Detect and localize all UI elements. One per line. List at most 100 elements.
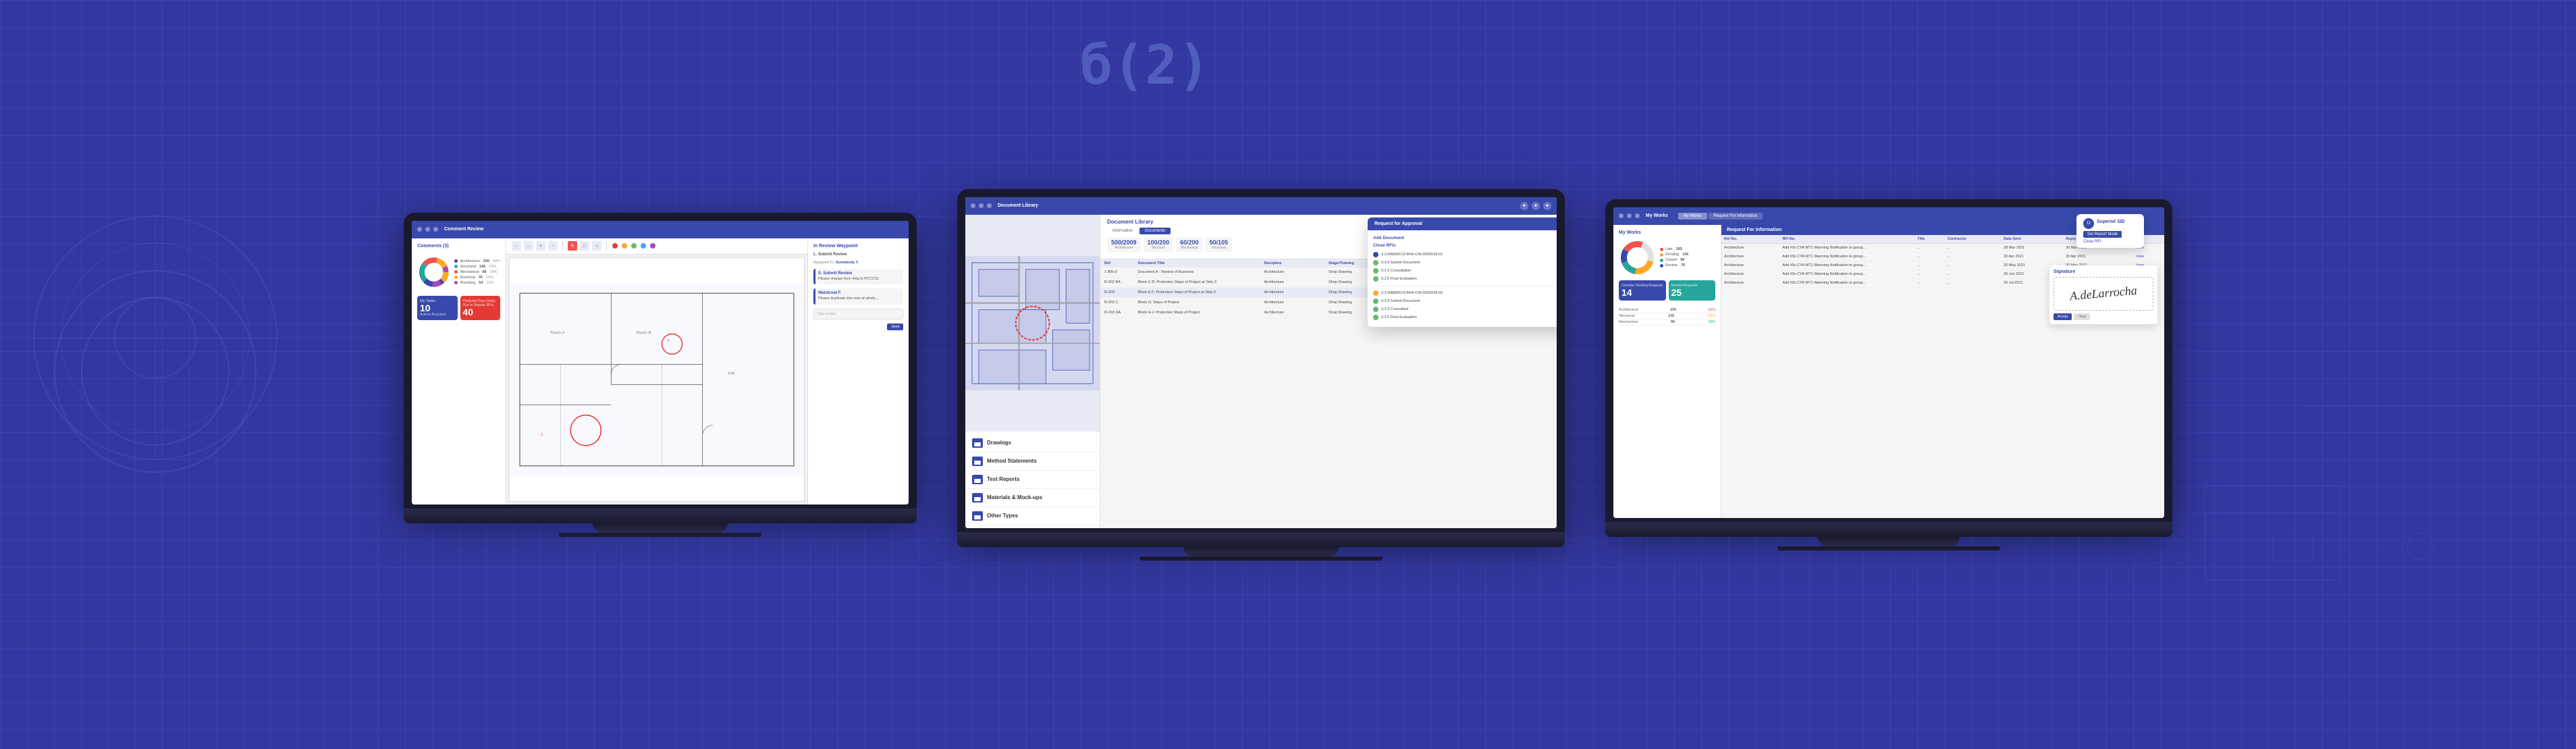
nav-drawings[interactable]: Drawings bbox=[965, 434, 1100, 453]
comment-user-2: Waistcoat F. bbox=[818, 291, 901, 295]
comment-user-1: S. Submit Review bbox=[818, 272, 901, 276]
td-file[interactable]: View bbox=[2133, 252, 2164, 261]
topbar-dot-1 bbox=[1619, 213, 1624, 218]
stat-label-structu: Structural bbox=[1210, 246, 1229, 250]
main-scene: Comment Review Comments (3) bbox=[0, 0, 2576, 749]
review-label: Review Requests bbox=[1671, 284, 1713, 288]
toolbar-square[interactable]: □ bbox=[580, 241, 589, 251]
popup-item-label: 3.2.8 Submit Document bbox=[1381, 299, 1420, 303]
sign-clear-btn[interactable]: Clear bbox=[2074, 313, 2090, 320]
svg-text:⚠: ⚠ bbox=[540, 432, 543, 436]
popup-item-label: 3.2.5 Final Evaluation bbox=[1381, 277, 1417, 281]
td-reply-by: 30 Apr 2021 bbox=[2063, 252, 2133, 261]
signature-title: Signature bbox=[2054, 269, 2153, 274]
laptop-2-foot bbox=[1139, 557, 1383, 561]
sidebar-row: Architecture25634% bbox=[1619, 307, 1715, 313]
screen-1-main: ← → + - ✎ □ ○ bbox=[506, 238, 807, 505]
popup-item-7: 3.2.3 Consultant bbox=[1373, 305, 1557, 313]
laptop-1: Comment Review Comments (3) bbox=[404, 213, 917, 537]
popup-dot bbox=[1373, 290, 1378, 296]
tasks-count: 14 bbox=[1621, 288, 1663, 297]
nav-method-label: Method Statements bbox=[987, 458, 1037, 464]
popup-dot bbox=[1373, 268, 1378, 274]
legend-dot-closed bbox=[1660, 259, 1663, 262]
topbar-dot-2 bbox=[1627, 213, 1632, 218]
nav-test-reports[interactable]: Test Reports bbox=[965, 471, 1100, 489]
color-blue[interactable] bbox=[641, 243, 646, 249]
color-orange[interactable] bbox=[622, 243, 627, 249]
tab-my-works[interactable]: My Works bbox=[1678, 213, 1707, 219]
color-purple[interactable] bbox=[650, 243, 655, 249]
laptop-1-stand bbox=[593, 523, 728, 533]
cell-title: Block G: Steps of Project bbox=[1138, 301, 1262, 305]
close-rfi-link[interactable]: Close RFI bbox=[2083, 240, 2137, 244]
stat-architecture: 500/2009 Architecture bbox=[1107, 237, 1141, 252]
cell-title: Document A - Review of Business bbox=[1138, 270, 1262, 274]
topbar-dot-2 bbox=[425, 227, 430, 232]
td-rfi: Add #0x CYA WT1 Warming Notification to … bbox=[1779, 252, 1914, 261]
screen-3-title: My Works bbox=[1646, 213, 1668, 218]
svg-text:Room A: Room A bbox=[550, 331, 564, 335]
tab-information[interactable]: Information bbox=[1107, 228, 1138, 234]
screen-1-title: Comment Review bbox=[444, 227, 903, 232]
toolbar-pen[interactable]: ✎ bbox=[568, 241, 577, 251]
send-button[interactable]: Send bbox=[887, 324, 903, 330]
popup-item-1: 3.2.0iAMSFC0-RFA-CIN-0000X35-01 bbox=[1373, 251, 1557, 259]
nav-test-label: Test Reports bbox=[987, 476, 1019, 482]
nav-icon-bars bbox=[974, 497, 981, 498]
toolbar-btn-3[interactable]: + bbox=[536, 241, 545, 251]
popup-item-label: 3.2.3 Consultation bbox=[1381, 269, 1411, 273]
tab-documents[interactable]: Documents bbox=[1139, 228, 1171, 234]
popup-item-8: 3.2.5 Final Evaluation bbox=[1373, 313, 1557, 321]
laptop-3: U Superiol SID Set Report Mode Close RFI… bbox=[1605, 199, 2172, 550]
tab-rfi[interactable]: Request For Information bbox=[1709, 213, 1763, 219]
legend-dot-review bbox=[1660, 264, 1663, 267]
screen-3-main: Request For Information Ref No. RFI No. bbox=[1721, 225, 2164, 518]
nav-materials[interactable]: Materials & Mock-ups bbox=[965, 489, 1100, 507]
legend-item: Plumbing5411% bbox=[454, 281, 500, 285]
topbar-dot-3 bbox=[987, 203, 992, 208]
laptop-2-stand bbox=[1183, 547, 1339, 557]
request-approval-popup: Request for Approval Add Document Close … bbox=[1368, 217, 1557, 327]
color-green[interactable] bbox=[631, 243, 637, 249]
laptop-1-base bbox=[404, 509, 917, 523]
toolbar-btn-1[interactable]: ← bbox=[512, 241, 521, 251]
doc-library-nav: Drawings Method Statements bbox=[965, 432, 1100, 528]
sign-accept-btn[interactable]: Accept bbox=[2054, 313, 2072, 320]
popup-title: Request for Approval bbox=[1374, 222, 1422, 226]
td-ref: Architecture bbox=[1721, 261, 1779, 269]
td-contractor: ... bbox=[1945, 261, 2001, 269]
td-date-sent: 28 Mar 2021 bbox=[2001, 243, 2063, 252]
donut-container: Architecture25634% Structural14523% Mech… bbox=[417, 255, 500, 289]
toolbar-btn-4[interactable]: - bbox=[548, 241, 558, 251]
td-rfi: Add #0x CYA WT1 Warming Notification to … bbox=[1779, 243, 1914, 252]
popup-dot bbox=[1373, 307, 1378, 312]
stat-label-mech: Mechanical bbox=[1180, 246, 1199, 250]
nav-other-label: Other Types bbox=[987, 513, 1018, 519]
predicted-label: Predicted Days Delay Due to Regular RFIs bbox=[463, 299, 498, 307]
panel-subtitle: L. Submit Review bbox=[813, 253, 903, 257]
reply-box[interactable]: Type a reply... bbox=[813, 309, 903, 319]
td-rfi: Add #0x CYA WT1 Warming Notification to … bbox=[1779, 261, 1914, 269]
materials-icon bbox=[972, 493, 983, 502]
color-red[interactable] bbox=[612, 243, 618, 249]
svg-text:Room B: Room B bbox=[637, 331, 651, 335]
map-thumbnail bbox=[965, 215, 1100, 432]
nav-other-types[interactable]: Other Types bbox=[965, 507, 1100, 525]
popup-item-label: 3.2.8 Submit Document bbox=[1381, 261, 1420, 265]
toolbar-btn-2[interactable]: → bbox=[524, 241, 533, 251]
nav-method-statements[interactable]: Method Statements bbox=[965, 453, 1100, 471]
stat-num-mech: 60/200 bbox=[1180, 239, 1199, 246]
topbar-icon-1[interactable]: ● bbox=[1520, 202, 1528, 210]
drawing-toolbar: ← → + - ✎ □ ○ bbox=[506, 238, 807, 255]
td-date-sent: 30 Apr 2021 bbox=[2001, 252, 2063, 261]
th-ref: Ref No. bbox=[1721, 235, 1779, 244]
toolbar-circle[interactable]: ○ bbox=[592, 241, 601, 251]
topbar-icon-3[interactable]: ● bbox=[1543, 202, 1551, 210]
laptop-3-foot bbox=[1777, 546, 2000, 550]
task-cards-row: My Tasks 10 Actions Required Predicted D… bbox=[417, 296, 500, 320]
laptop-3-base bbox=[1605, 522, 2172, 537]
topbar-icon-2[interactable]: ● bbox=[1532, 202, 1540, 210]
pending-requests-card: Overdue Pending Requests 14 bbox=[1619, 280, 1666, 301]
set-report-btn[interactable]: Set Report Mode bbox=[2083, 231, 2122, 238]
